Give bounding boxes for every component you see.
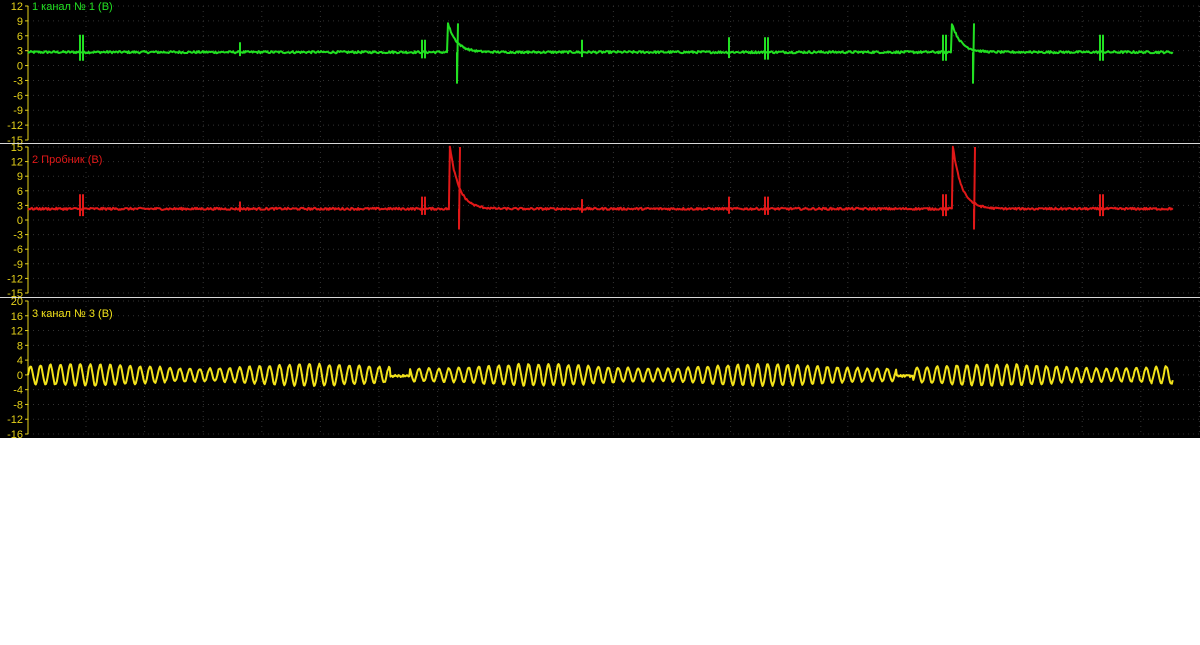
y-tick-label: 0 [17,370,23,382]
channel-title-3: 3 канал № 3 (В) [32,308,113,320]
y-tick-label: -9 [13,105,23,117]
y-tick-label: -12 [7,414,23,426]
y-tick-label: -3 [13,75,23,87]
channel-title-2: 2 Пробник (В) [32,154,102,166]
y-tick-label: -8 [13,399,23,411]
waveform-channel-3 [27,362,1174,387]
y-tick-label: -3 [13,230,23,242]
y-tick-label: 9 [17,16,23,28]
waveform-channel-1 [27,22,1174,84]
y-tick-label: -6 [13,244,23,256]
y-tick-label: 0 [17,215,23,227]
y-tick-label: 9 [17,171,23,183]
y-tick-label: -12 [7,273,23,285]
y-tick-label: 3 [17,46,23,58]
y-tick-label: 12 [11,326,23,338]
y-tick-label: 6 [17,186,23,198]
y-tick-label: 6 [17,31,23,43]
oscilloscope-view: 12 9 6 3 0 -3 -6 -9 -12 -15 1 канал № 1 (В) 15 12 9 6 3… [0,0,1200,438]
y-tick-label: 4 [17,355,23,367]
blank-area [0,438,1200,645]
oscilloscope-chart: 129630-3-6-9-12-151 канал № 1 (В)1512963… [0,1,1200,438]
y-tick-label: 8 [17,340,23,352]
y-tick-label: -4 [13,385,23,397]
y-tick-label: 3 [17,200,23,212]
y-tick-label: 16 [11,311,23,323]
y-tick-label: -6 [13,90,23,102]
y-tick-label: -9 [13,259,23,271]
waveform-channel-2 [27,145,1174,230]
y-tick-label: 12 [11,157,23,169]
y-tick-label: 12 [11,1,23,13]
y-tick-label: -16 [7,429,23,438]
channel-title-1: 1 канал № 1 (В) [32,1,113,13]
y-tick-label: 0 [17,61,23,73]
y-tick-label: -12 [7,120,23,132]
